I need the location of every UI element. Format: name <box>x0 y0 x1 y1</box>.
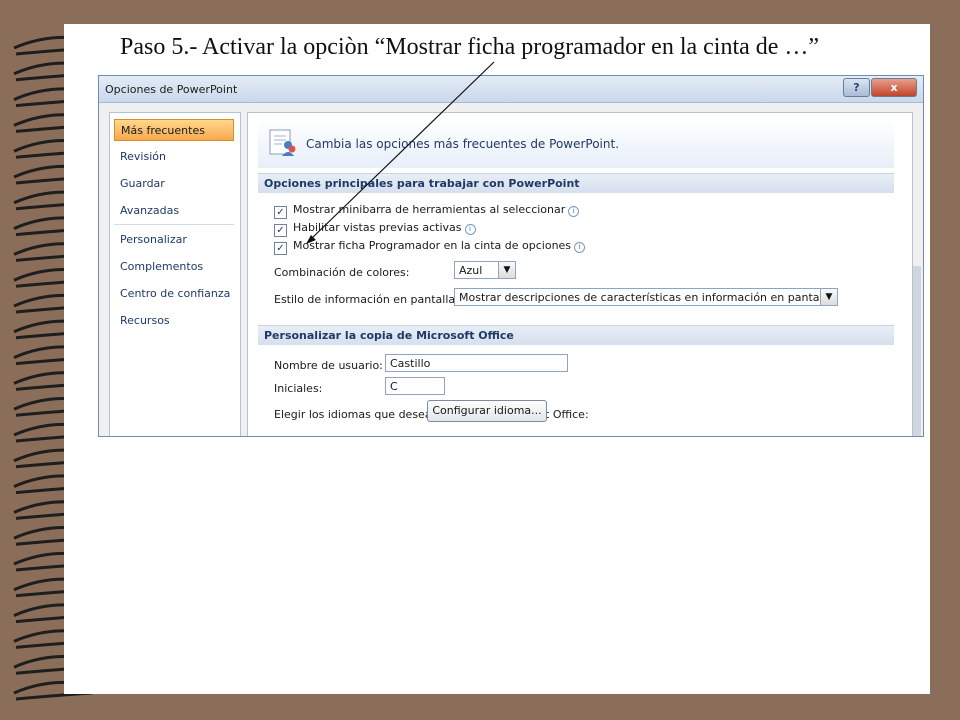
tooltip-style-label: Estilo de información en pantalla: <box>274 293 459 306</box>
banner-text: Cambia las opciones más frecuentes de Po… <box>306 137 620 151</box>
tooltip-style-value: Mostrar descripciones de características… <box>459 291 833 304</box>
sidebar-item-guardar[interactable]: Guardar <box>114 173 234 195</box>
close-icon: x <box>890 81 898 94</box>
content-banner: Cambia las opciones más frecuentes de Po… <box>258 118 894 168</box>
dialog-title: Opciones de PowerPoint <box>105 83 238 96</box>
initials-input[interactable]: C <box>385 377 445 395</box>
chevron-down-icon[interactable]: ▼ <box>820 289 837 305</box>
checkbox-row-minibarra[interactable]: ✓ Mostrar minibarra de herramientas al se… <box>274 203 580 219</box>
checkbox-minibarra[interactable]: ✓ <box>274 206 287 219</box>
question-mark-icon: ? <box>853 81 860 94</box>
section-heading-office-copy: Personalizar la copia de Microsoft Offic… <box>258 325 894 345</box>
slide-title: Paso 5.- Activar la opciòn “Mostrar fich… <box>120 34 820 60</box>
sidebar-item-revision[interactable]: Revisión <box>114 146 234 168</box>
chevron-down-icon[interactable]: ▼ <box>498 262 515 278</box>
dialog-titlebar[interactable]: Opciones de PowerPoint ? x <box>99 76 923 103</box>
checkbox-label-minibarra: Mostrar minibarra de herramientas al sel… <box>293 203 566 216</box>
sidebar-item-complementos[interactable]: Complementos <box>114 256 234 278</box>
section-heading-main-options: Opciones principales para trabajar con P… <box>258 173 894 193</box>
sidebar-item-avanzadas[interactable]: Avanzadas <box>114 200 234 222</box>
checkbox-row-programador[interactable]: ✓ Mostrar ficha Programador en la cinta d… <box>274 239 586 255</box>
info-icon: i <box>464 224 476 235</box>
content-scrollbar[interactable] <box>913 266 921 436</box>
configure-language-button[interactable]: Configurar idioma... <box>427 400 547 422</box>
info-icon: i <box>574 242 586 253</box>
info-icon: i <box>568 206 580 217</box>
tooltip-style-select[interactable]: Mostrar descripciones de características… <box>454 288 838 306</box>
checkbox-vistas-previas[interactable]: ✓ <box>274 224 287 237</box>
help-button[interactable]: ? <box>843 78 870 97</box>
initials-label: Iniciales: <box>274 382 323 395</box>
checkbox-label-programador: Mostrar ficha Programador en la cinta de… <box>293 239 572 252</box>
sidebar-item-mas-frecuentes[interactable]: Más frecuentes <box>114 119 234 141</box>
options-people-icon <box>269 129 296 156</box>
username-input[interactable]: Castillo <box>385 354 568 372</box>
options-content-panel: Cambia las opciones más frecuentes de Po… <box>247 112 913 436</box>
sidebar-item-personalizar[interactable]: Personalizar <box>114 229 234 251</box>
powerpoint-options-dialog: Opciones de PowerPoint ? x Más frecuente… <box>98 75 924 437</box>
close-button[interactable]: x <box>871 78 917 97</box>
color-scheme-value: Azul <box>459 264 483 277</box>
color-scheme-label: Combinación de colores: <box>274 266 410 279</box>
sidebar-divider <box>114 224 234 225</box>
sidebar-item-recursos[interactable]: Recursos <box>114 310 234 332</box>
options-sidebar: Más frecuentes Revisión Guardar Avanzada… <box>109 112 241 436</box>
username-label: Nombre de usuario: <box>274 359 383 372</box>
checkbox-programador[interactable]: ✓ <box>274 242 287 255</box>
checkbox-row-vistas-previas[interactable]: ✓ Habilitar vistas previas activas i <box>274 221 476 237</box>
checkbox-label-vistas-previas: Habilitar vistas previas activas <box>293 221 462 234</box>
color-scheme-select[interactable]: Azul ▼ <box>454 261 516 279</box>
sidebar-item-centro-de-confianza[interactable]: Centro de confianza <box>114 283 234 305</box>
